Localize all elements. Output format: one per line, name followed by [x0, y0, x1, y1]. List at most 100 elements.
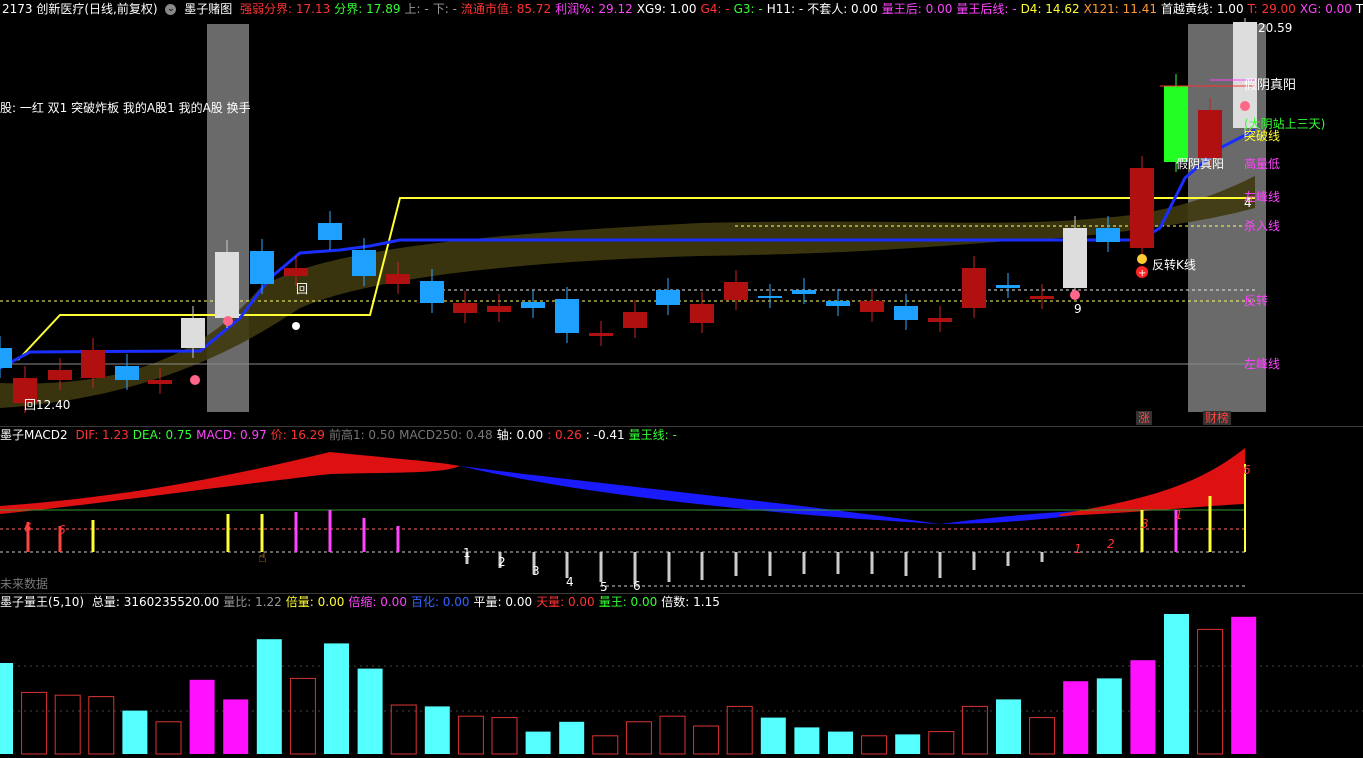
- volume-bar: [457, 715, 484, 755]
- count-label: 5: [600, 580, 608, 594]
- volume-chart[interactable]: [0, 611, 1363, 758]
- candle: [215, 252, 239, 318]
- macd-bar: [768, 552, 772, 576]
- volume-bar: [88, 696, 115, 755]
- volume-bar: [961, 705, 988, 755]
- macd-bar: [362, 518, 366, 552]
- volume-bar: [693, 725, 720, 755]
- candle: [826, 301, 850, 306]
- candle: [589, 333, 613, 336]
- label-fanzhuan-k: 反转K线: [1152, 258, 1196, 272]
- volume-bar: [1164, 614, 1189, 754]
- dif-red-area: [0, 452, 460, 514]
- ma-band: [0, 176, 1255, 408]
- volume-bar: [357, 668, 383, 754]
- macd-item: 量王线: -: [628, 428, 677, 442]
- candle: [1130, 168, 1154, 248]
- volume-bar: [1029, 717, 1056, 755]
- count-label-red: 1: [1074, 542, 1082, 556]
- volume-bar: [794, 727, 820, 754]
- volume-bar: [928, 731, 955, 755]
- label-tupo: 突破线: [1244, 129, 1281, 143]
- candle: [487, 306, 511, 312]
- volume-bar: [525, 731, 551, 754]
- label-jyzy-inline: 假阴真阳: [1176, 157, 1225, 171]
- volume-bar: [189, 679, 215, 754]
- label-sharu: 杀入线: [1244, 219, 1281, 233]
- macd-bar: [226, 514, 230, 552]
- candle: [284, 268, 308, 276]
- volume-bar: [659, 715, 686, 755]
- label-fanzhuan: 反转: [1244, 294, 1269, 308]
- badge-zhang: 涨: [1136, 411, 1153, 425]
- volume-bar: [289, 677, 316, 755]
- volume-bar: [1197, 628, 1224, 755]
- candle: [894, 306, 918, 320]
- volume-bar: [559, 721, 585, 754]
- volume-item: 天量: 0.00: [536, 595, 595, 609]
- volume-bar: [424, 706, 450, 754]
- volume-bar: [861, 735, 888, 755]
- macd-chart[interactable]: [0, 444, 1363, 594]
- count-label: 2: [498, 555, 506, 569]
- candle: [1233, 22, 1257, 128]
- label-zuofeng-2: 左峰线: [1244, 357, 1281, 371]
- label-gaoliangdi: 高量低: [1244, 157, 1281, 171]
- top-indicator-item: 量王后线: -: [956, 2, 1017, 16]
- top-indicator-item: T: 29.00: [1247, 2, 1296, 16]
- macd-bar: [972, 552, 976, 570]
- candle: [860, 301, 884, 312]
- volume-item: 百化: 0.00: [410, 595, 470, 609]
- volume-values: 总量: 3160235520.00 量比: 1.22 倍量: 0.00 倍缩: 0.0…: [92, 595, 724, 609]
- macd-title[interactable]: 墨子MACD2: [0, 428, 68, 442]
- num-4: 4: [1244, 196, 1252, 210]
- volume-item: 倍量: 0.00: [285, 595, 345, 609]
- candle: [724, 282, 748, 300]
- top-indicator-item: 强弱分界: 17.13: [240, 2, 331, 16]
- candle: [318, 223, 342, 240]
- volume-bar: [491, 717, 518, 755]
- count-label: 6: [633, 579, 641, 593]
- pink-marker: [1070, 290, 1080, 300]
- volume-title[interactable]: 墨子量王(5,10): [0, 595, 84, 609]
- pink-marker: [223, 316, 233, 326]
- count-label: 4: [566, 575, 574, 589]
- price-low-label: 回12.40: [24, 398, 71, 412]
- top-indicator-item: 下: -: [432, 2, 457, 16]
- coin-icon: [1137, 254, 1147, 264]
- template-dropdown-icon[interactable]: ⌄: [165, 4, 177, 15]
- candle: [1096, 228, 1120, 242]
- candle: [250, 251, 274, 284]
- kline-chart[interactable]: +: [0, 18, 1363, 426]
- dif-blue-area: [460, 466, 1100, 524]
- candle: [81, 350, 105, 378]
- volume-bar: [324, 643, 349, 754]
- mark-six: 6: [1243, 463, 1251, 477]
- stock-membership-line: 股: 一红 双1 突破炸板 我的A股1 我的A股 换手: [0, 101, 251, 115]
- macd-bar: [938, 552, 942, 578]
- top-indicator-item: G3: -: [733, 2, 763, 16]
- volume-bar: [828, 731, 853, 754]
- count-label: 3: [532, 564, 540, 578]
- macd-bar: [734, 552, 738, 576]
- volume-bar: [390, 704, 417, 755]
- stock-title[interactable]: 2173 创新医疗(日线,前复权): [2, 2, 158, 16]
- candle: [48, 370, 72, 380]
- volume-bar: [155, 721, 182, 755]
- candle: [656, 290, 680, 305]
- candle: [0, 348, 12, 368]
- macd-bar: [1208, 496, 1212, 552]
- template-name[interactable]: 墨子赌图: [184, 2, 232, 16]
- volume-header: 墨子量王(5,10) 总量: 3160235520.00 量比: 1.22 倍量: …: [0, 593, 728, 611]
- top-indicator-item: 流通市值: 85.72: [460, 2, 552, 16]
- macd-bar: [1040, 552, 1044, 562]
- top-indicator-item: 不套人: 0.00: [807, 2, 878, 16]
- macd-values: DIF: 1.23 DEA: 0.75 MACD: 0.97 价: 16.29 前高1:…: [75, 428, 680, 442]
- macd-item: DEA: 0.75: [132, 428, 193, 442]
- top-indicator-item: 上: -: [404, 2, 429, 16]
- top-indicator-item: T3: 11.62: [1355, 2, 1363, 16]
- macd-bar: [836, 552, 840, 574]
- macd-bar: [1006, 552, 1010, 566]
- volume-bar: [726, 705, 753, 755]
- macd-bar: [802, 552, 806, 574]
